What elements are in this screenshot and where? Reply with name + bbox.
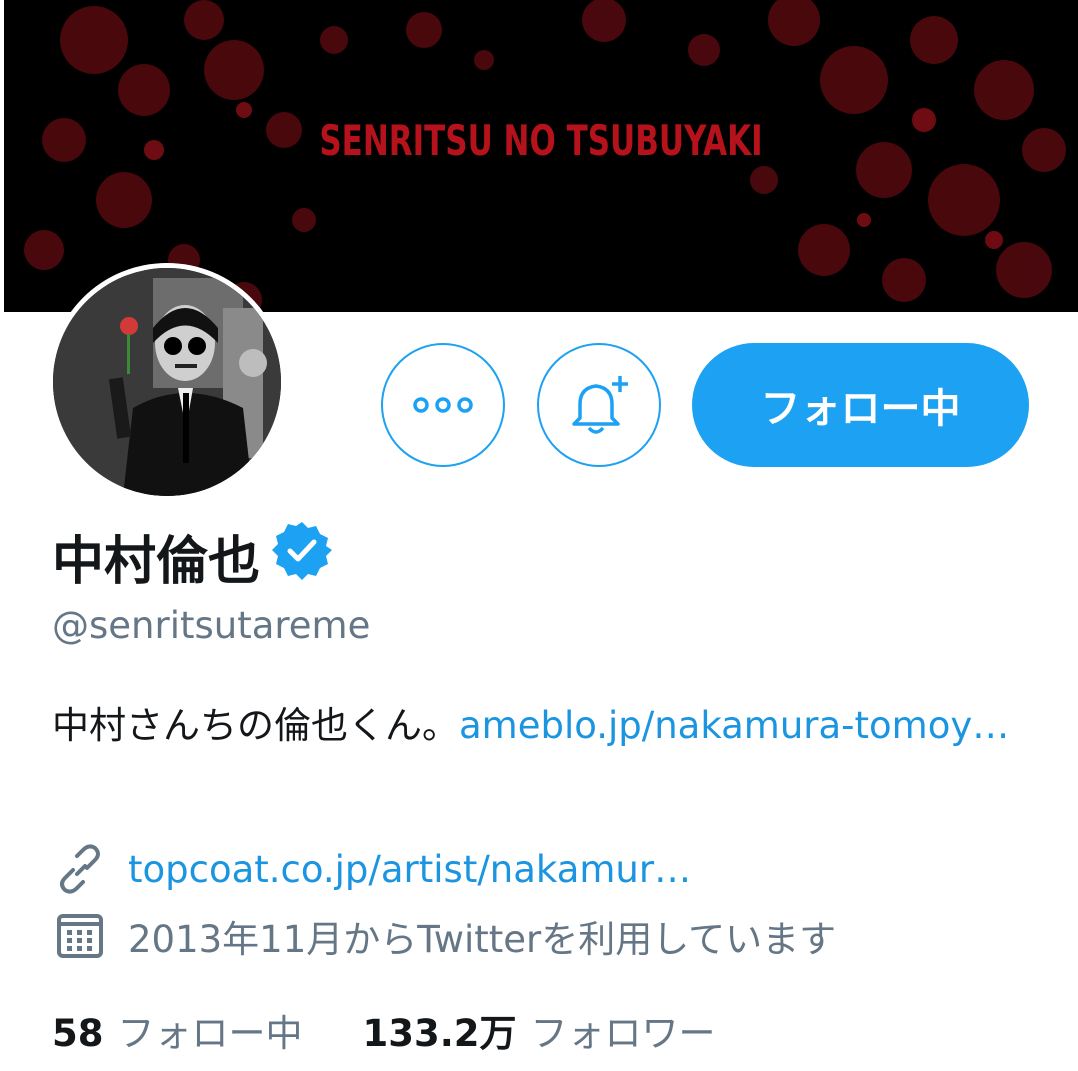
bio-link[interactable]: ameblo.jp/nakamura-tomoy… [459, 704, 1009, 747]
link-icon [52, 844, 108, 894]
banner-title: SENRITSU NO TSUBUYAKI [319, 116, 763, 165]
avatar-photo [53, 268, 281, 496]
followers-label: フォロワー [530, 1012, 716, 1055]
display-name-text: 中村倫也 [52, 532, 261, 592]
following-count: 58 [52, 1012, 104, 1055]
verified-badge-icon [270, 518, 334, 595]
following-label: フォロー中 [117, 1012, 303, 1055]
display-name: 中村倫也 [52, 518, 334, 595]
website-link[interactable]: topcoat.co.jp/artist/nakamur… [128, 848, 691, 891]
more-button[interactable] [381, 343, 505, 467]
user-handle: @senritsutareme [52, 604, 371, 647]
bio: 中村さんちの倫也くん。ameblo.jp/nakamura-tomoy… [52, 695, 1042, 757]
bio-text: 中村さんちの倫也くん。 [52, 704, 459, 747]
join-date-row: 2013年11月からTwitterを利用しています [52, 909, 836, 963]
follow-stats: 58 フォロー中 133.2万 フォロワー [52, 1003, 716, 1057]
notifications-button[interactable] [537, 343, 661, 467]
following-button[interactable]: フォロー中 [692, 343, 1029, 467]
following-stat[interactable]: 58 フォロー中 [52, 1003, 303, 1057]
website-row: topcoat.co.jp/artist/nakamur… [52, 844, 691, 894]
followers-count: 133.2万 [362, 1012, 517, 1055]
avatar[interactable] [48, 263, 286, 501]
calendar-icon [52, 913, 108, 959]
join-date: 2013年11月からTwitterを利用しています [128, 918, 837, 961]
followers-stat[interactable]: 133.2万 フォロワー [363, 1003, 716, 1057]
more-icon [413, 397, 473, 413]
bell-plus-icon [572, 376, 628, 434]
